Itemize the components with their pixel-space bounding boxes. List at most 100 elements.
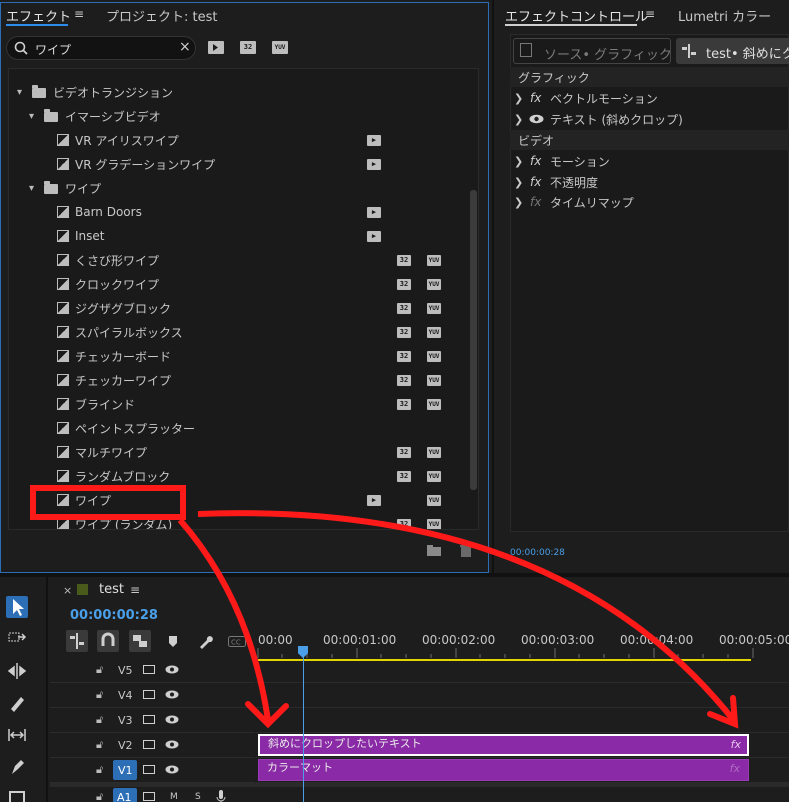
linked-selection-icon[interactable] — [129, 630, 151, 652]
lock-icon[interactable]: 🔓︎ — [96, 790, 103, 802]
chevron-down-icon[interactable]: ▾ — [17, 87, 22, 98]
lane-v4[interactable] — [256, 683, 789, 708]
fx-icon[interactable]: fx — [530, 195, 541, 209]
eye-icon[interactable] — [165, 715, 179, 724]
lock-icon[interactable]: 🔓︎ — [96, 738, 103, 752]
playhead-line[interactable] — [303, 656, 304, 802]
sync-lock-icon[interactable] — [143, 765, 155, 774]
chevron-right-icon[interactable]: ❯ — [514, 196, 523, 209]
sequence-clip-tab[interactable]: test• 斜めにクロ — [676, 38, 789, 64]
tab-lumetri-color[interactable]: Lumetri カラー — [678, 6, 771, 25]
pen-tool-icon[interactable] — [6, 756, 28, 778]
tree-item[interactable]: ジグザグブロック 32 YUV — [9, 296, 469, 320]
effect-row-text[interactable]: ❯ テキスト (斜めクロップ) — [510, 109, 789, 129]
track-select-tool-icon[interactable] — [6, 628, 28, 650]
effect-row-time-remap[interactable]: ❯ fx タイムリマップ — [510, 192, 789, 212]
effect-controls-menu-icon[interactable]: ≡ — [645, 7, 655, 21]
tree-item[interactable]: くさび形ワイプ 32 YUV — [9, 248, 469, 272]
timeline-menu-icon[interactable]: ≡ — [130, 583, 140, 597]
eye-icon[interactable] — [529, 114, 544, 124]
sync-lock-icon[interactable] — [143, 665, 155, 674]
tree-item[interactable]: マルチワイプ 32 YUV — [9, 440, 469, 464]
tree-item[interactable]: ランダムブロック 32 YUV — [9, 464, 469, 488]
chevron-right-icon[interactable]: ❯ — [514, 113, 523, 126]
close-sequence-icon[interactable]: × — [63, 584, 72, 597]
tree-folder-video-transitions[interactable]: ▾ ビデオトランジション — [9, 80, 469, 104]
ripple-edit-tool-icon[interactable] — [6, 660, 28, 682]
effects-panel-menu-icon[interactable]: ≡ — [74, 7, 84, 21]
clip-text[interactable]: 斜めにクロップしたいテキスト fx — [258, 734, 749, 756]
lock-icon[interactable]: 🔓︎ — [96, 663, 103, 677]
source-clip-tab[interactable]: ソース• グラフィック — [513, 38, 672, 64]
eye-icon[interactable] — [165, 665, 179, 674]
effect-row-motion[interactable]: ❯ fx モーション — [510, 151, 789, 171]
fx-icon[interactable]: fx — [530, 91, 541, 105]
tree-item[interactable]: Barn Doors ▶ — [9, 200, 469, 224]
tree-item[interactable]: ワイプ (ランダム) 32 YUV — [9, 512, 469, 529]
accelerated-effects-filter-icon[interactable] — [208, 41, 224, 54]
tree-item-wipe-selected[interactable]: ワイプ ▶ YUV — [9, 488, 469, 512]
fx-icon[interactable]: fx — [730, 761, 740, 777]
tab-project[interactable]: プロジェクト: test — [106, 6, 217, 25]
fx-icon[interactable]: fx — [530, 175, 541, 189]
tree-item[interactable]: VR グラデーションワイプ ▶ — [9, 152, 469, 176]
eye-icon[interactable] — [165, 690, 179, 699]
lock-icon[interactable]: 🔓︎ — [96, 688, 103, 702]
effects-search-box[interactable]: ワイプ × — [6, 36, 196, 60]
snap-icon[interactable] — [97, 630, 119, 652]
search-input[interactable]: ワイプ — [35, 41, 71, 58]
tree-item[interactable]: Inset ▶ — [9, 224, 469, 248]
tree-item[interactable]: ブラインド 32 YUV — [9, 392, 469, 416]
add-marker-icon[interactable] — [167, 634, 179, 648]
fx-icon[interactable]: fx — [530, 154, 541, 168]
sync-lock-icon[interactable] — [143, 792, 155, 801]
yuv-filter-icon[interactable]: YUV — [272, 41, 288, 54]
sync-lock-icon[interactable] — [143, 715, 155, 724]
tree-item[interactable]: スパイラルボックス 32 YUV — [9, 320, 469, 344]
lane-v5[interactable] — [256, 662, 789, 683]
work-area-bar[interactable] — [258, 659, 751, 661]
nest-toggle-icon[interactable] — [66, 630, 88, 652]
captions-icon[interactable]: CC — [228, 636, 246, 647]
tree-item[interactable]: チェッカーワイプ 32 YUV — [9, 368, 469, 392]
search-clear-icon[interactable]: × — [179, 39, 191, 55]
eye-icon[interactable] — [165, 740, 179, 749]
solo-toggle[interactable]: S — [195, 792, 201, 802]
timeline-settings-icon[interactable] — [197, 634, 213, 650]
mute-toggle[interactable]: M — [170, 792, 178, 802]
tree-item[interactable]: チェッカーボード 32 YUV — [9, 344, 469, 368]
eye-icon[interactable] — [165, 765, 179, 774]
chevron-down-icon[interactable]: ▾ — [29, 111, 34, 122]
lock-icon[interactable]: 🔓︎ — [96, 763, 103, 777]
tab-effects[interactable]: エフェクト — [6, 6, 71, 25]
lock-icon[interactable]: 🔓︎ — [96, 713, 103, 727]
chevron-right-icon[interactable]: ❯ — [514, 155, 523, 168]
sync-lock-icon[interactable] — [143, 690, 155, 699]
microphone-icon[interactable] — [216, 790, 226, 802]
sequence-tab-label[interactable]: test — [99, 582, 124, 597]
lane-v3[interactable] — [256, 708, 789, 733]
chevron-right-icon[interactable]: ❯ — [514, 92, 523, 105]
effect-controls-timecode[interactable]: 00:00:00:28 — [510, 548, 565, 558]
fx-icon[interactable]: fx — [731, 737, 741, 753]
playhead-timecode[interactable]: 00:00:00:28 — [70, 608, 158, 623]
tree-folder-immersive-video[interactable]: ▾ イマーシブビデオ — [9, 104, 469, 128]
slip-tool-icon[interactable] — [6, 724, 28, 746]
tree-item[interactable]: ペイントスプラッター — [9, 416, 469, 440]
rectangle-tool-icon[interactable] — [6, 788, 28, 802]
clip-color-matte[interactable]: カラーマット fx — [258, 759, 749, 781]
chevron-right-icon[interactable]: ❯ — [514, 176, 523, 189]
new-bin-icon[interactable] — [427, 545, 441, 556]
32bit-filter-icon[interactable]: 32 — [240, 41, 256, 54]
selection-tool-icon[interactable] — [6, 596, 28, 618]
sync-lock-icon[interactable] — [143, 740, 155, 749]
razor-tool-icon[interactable] — [6, 692, 28, 714]
effect-row-vector-motion[interactable]: ❯ fx ベクトルモーション — [510, 88, 789, 108]
tree-item[interactable]: VR アイリスワイプ ▶ — [9, 128, 469, 152]
tree-item[interactable]: クロックワイプ 32 YUV — [9, 272, 469, 296]
effect-row-opacity[interactable]: ❯ fx 不透明度 — [510, 172, 789, 192]
chevron-down-icon[interactable]: ▾ — [29, 183, 34, 194]
delete-icon[interactable] — [460, 544, 472, 557]
tree-folder-wipe[interactable]: ▾ ワイプ — [9, 176, 469, 200]
effects-tree-scrollbar[interactable] — [470, 190, 477, 490]
